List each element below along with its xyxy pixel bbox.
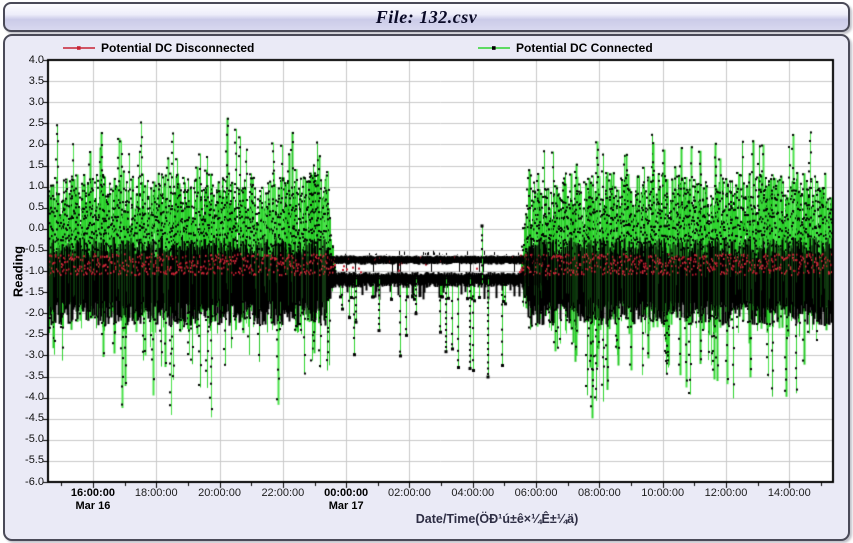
legend-item-connected: Potential DC Connected <box>477 41 653 55</box>
y-tick-label: -5.0 <box>12 433 44 446</box>
x-tick-label: 02:00:00 <box>374 487 444 500</box>
legend-label-connected: Potential DC Connected <box>516 41 653 55</box>
y-tick-label: 1.5 <box>12 159 44 172</box>
x-tick-label: 16:00:00Mar 16 <box>58 487 128 513</box>
y-tick-label: 0.5 <box>12 201 44 214</box>
y-tick-label: -3.0 <box>12 349 44 362</box>
x-tick-label: 08:00:00 <box>564 487 634 500</box>
x-tick-label: 22:00:00 <box>248 487 318 500</box>
y-tick-label: -1.5 <box>12 286 44 299</box>
y-tick-label: -2.0 <box>12 307 44 320</box>
x-tick-label: 18:00:00 <box>121 487 191 500</box>
legend-marker-connected-icon <box>477 43 511 53</box>
y-tick-label: -3.5 <box>12 370 44 383</box>
y-tick-label: -4.5 <box>12 412 44 425</box>
x-tick-label: 10:00:00 <box>628 487 698 500</box>
y-tick-label: -1.0 <box>12 265 44 278</box>
y-tick-label: -4.0 <box>12 391 44 404</box>
y-tick-label: 3.0 <box>12 96 44 109</box>
x-axis-title: Date/Time(ÖÐ¹ú±ê×¼Ê±¼ä) <box>347 512 647 526</box>
y-tick-label: 1.0 <box>12 180 44 193</box>
legend-marker-disconnected-icon <box>62 43 96 53</box>
x-tick-label: 12:00:00 <box>691 487 761 500</box>
x-tick-label: 00:00:00Mar 17 <box>311 487 381 513</box>
y-tick-label: -6.0 <box>12 476 44 489</box>
legend-item-disconnected: Potential DC Disconnected <box>62 41 254 55</box>
x-tick-label: 20:00:00 <box>185 487 255 500</box>
y-tick-label: 0.0 <box>12 222 44 235</box>
x-tick-label: 06:00:00 <box>501 487 571 500</box>
plot-canvas[interactable] <box>0 0 853 543</box>
legend: Potential DC Disconnected Potential DC C… <box>0 41 853 57</box>
y-tick-label: 4.0 <box>12 54 44 67</box>
y-tick-label: -2.5 <box>12 328 44 341</box>
y-tick-label: 2.0 <box>12 138 44 151</box>
y-tick-label: 3.5 <box>12 75 44 88</box>
legend-label-disconnected: Potential DC Disconnected <box>101 41 254 55</box>
x-tick-label: 04:00:00 <box>438 487 508 500</box>
app-window: File: 132.csv Potential DC Disconnected … <box>0 0 853 543</box>
y-tick-label: -0.5 <box>12 243 44 256</box>
y-tick-label: 2.5 <box>12 117 44 130</box>
y-tick-label: -5.5 <box>12 454 44 467</box>
x-tick-label: 14:00:00 <box>754 487 824 500</box>
